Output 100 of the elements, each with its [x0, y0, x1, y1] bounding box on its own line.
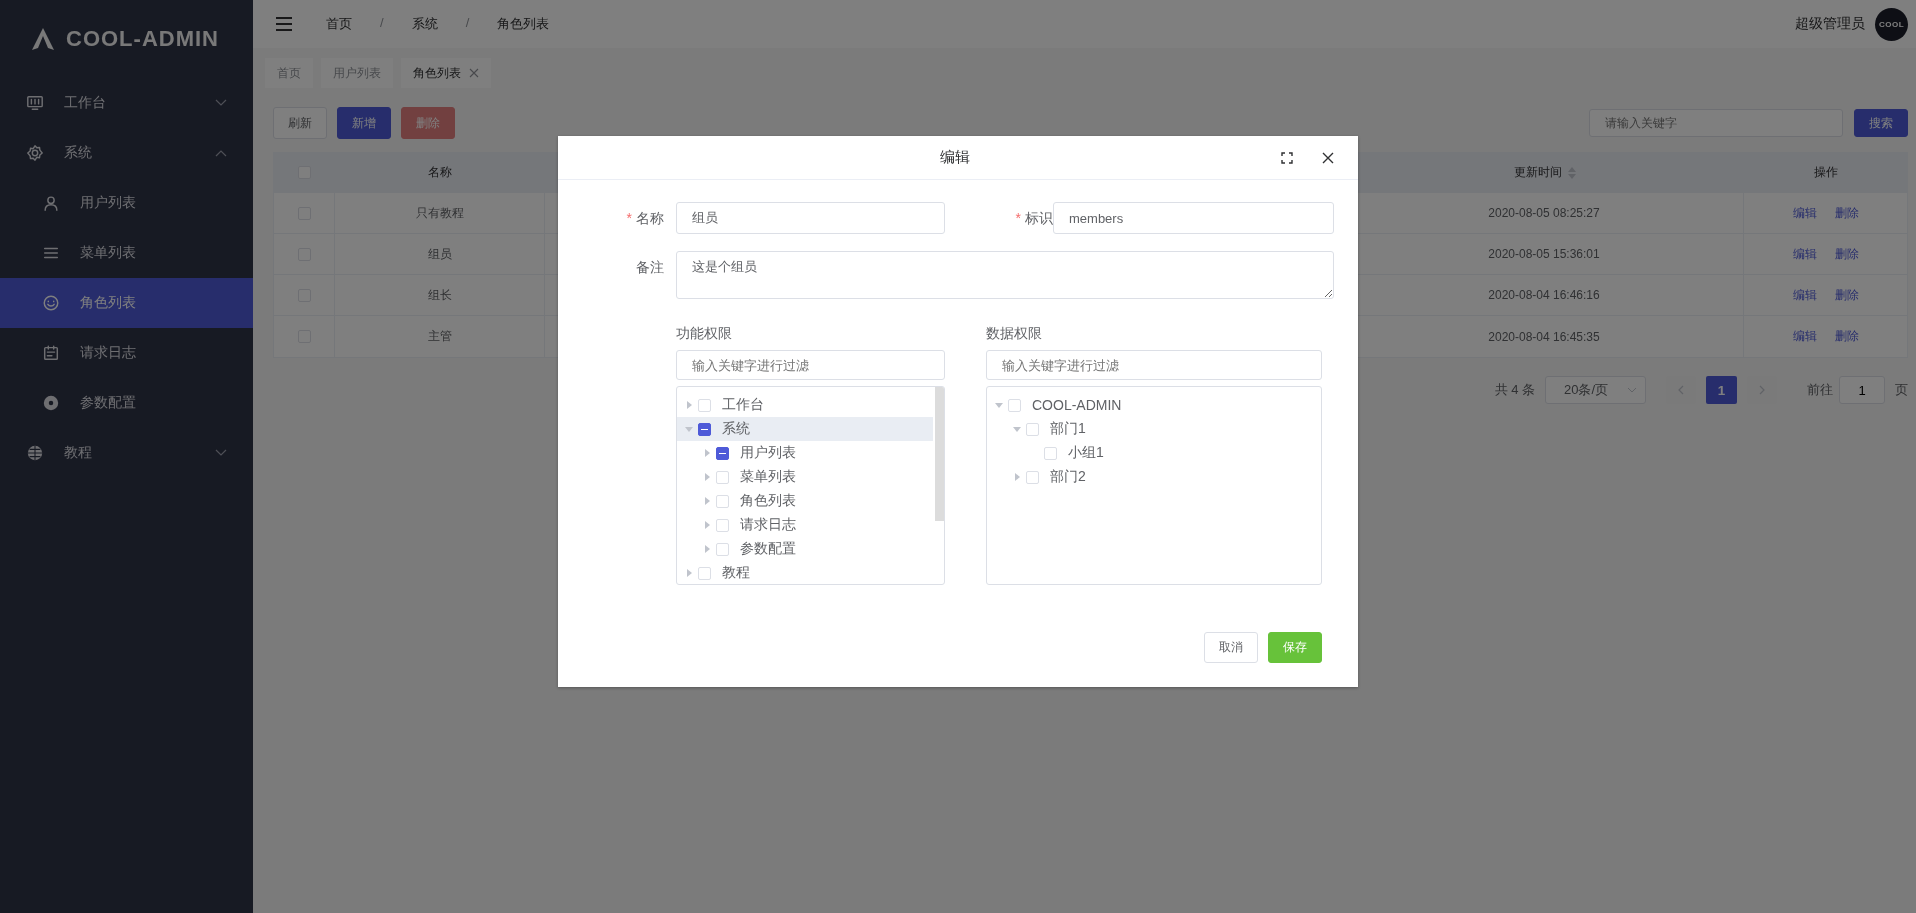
menu-item[interactable]: 用户列表 [0, 178, 253, 228]
caret-right-icon[interactable] [685, 401, 693, 409]
chevron-right-icon [1759, 385, 1765, 395]
caret-right-icon[interactable] [685, 569, 693, 577]
table-cell: 组员 [427, 245, 452, 263]
tree-row[interactable]: 部门2 [987, 465, 1310, 489]
menu-item[interactable]: 请求日志 [0, 328, 253, 378]
filter-field[interactable]: 输入关键字进行过滤 [676, 350, 945, 380]
tree-label: 小组1 [1068, 444, 1104, 462]
menu-item[interactable]: 角色列表 [0, 278, 253, 328]
user-name[interactable]: 超级管理员 [1795, 15, 1865, 33]
tree-row[interactable]: 系统 [677, 417, 933, 441]
save-button[interactable]: 保存 [1268, 632, 1322, 663]
menu-item[interactable]: 教程 [0, 428, 253, 478]
breadcrumb-separator: / [465, 15, 470, 32]
menu-item[interactable]: 系统 [0, 128, 253, 178]
page-button[interactable]: 1 [1706, 376, 1737, 404]
filter-field[interactable]: 输入关键字进行过滤 [986, 350, 1322, 380]
field-label: 备注 [636, 258, 664, 277]
tree-row[interactable]: COOL-ADMIN [987, 393, 1310, 417]
search-field[interactable]: 请输入关键字 [1589, 109, 1843, 137]
caret-right-icon[interactable] [1013, 473, 1021, 481]
delete-link[interactable]: 删除 [1834, 245, 1859, 263]
required-mark: * [1015, 209, 1021, 228]
field-label: 名称 [636, 209, 664, 228]
column-header[interactable]: 名称 [428, 164, 452, 181]
tree-label: COOL-ADMIN [1032, 397, 1122, 413]
search-button[interactable]: 搜索 [1854, 109, 1908, 137]
breadcrumb-item[interactable]: 首页 [326, 15, 352, 33]
tree-label: 参数配置 [740, 540, 796, 558]
total-count: 共 4 条 [1494, 381, 1535, 399]
tree-row[interactable]: 工作台 [677, 393, 933, 417]
page-input[interactable]: 1 [1839, 376, 1885, 404]
tree-row[interactable]: 菜单列表 [677, 465, 933, 489]
disc-icon [42, 394, 60, 412]
cancel-button[interactable]: 取消 [1204, 632, 1258, 663]
caret-right-icon[interactable] [703, 545, 711, 553]
caret-right-icon[interactable] [703, 449, 711, 457]
tree-label: 工作台 [722, 396, 764, 414]
add-button[interactable]: 新增 [337, 107, 391, 139]
column-header[interactable]: 操作 [1813, 164, 1838, 181]
table-cell: 2020-08-04 16:45:35 [1488, 329, 1600, 344]
caret-right-icon[interactable] [703, 497, 711, 505]
tree-row[interactable]: 小组1 [987, 441, 1310, 465]
breadcrumb-item[interactable]: 角色列表 [497, 15, 550, 33]
tree-label: 请求日志 [740, 516, 796, 534]
tree-row[interactable]: 请求日志 [677, 513, 933, 537]
scrollbar-thumb[interactable] [935, 387, 944, 521]
checkbox[interactable] [698, 422, 711, 436]
smiley-icon [42, 294, 60, 312]
tree-row[interactable]: 部门1 [987, 417, 1310, 441]
caret-down-icon[interactable] [685, 425, 693, 433]
edit-link[interactable]: 编辑 [1792, 245, 1817, 263]
delete-link[interactable]: 删除 [1834, 286, 1859, 304]
tree-row[interactable]: 角色列表 [677, 489, 933, 513]
table-cell: 2020-08-05 15:36:01 [1488, 247, 1600, 261]
input-field[interactable]: 组员 [676, 202, 945, 234]
settings-icon [26, 144, 44, 162]
tree-row[interactable]: 教程 [677, 561, 933, 584]
menu-item[interactable]: 工作台 [0, 78, 253, 128]
refresh-button[interactable]: 刷新 [273, 107, 327, 139]
tree-label: 教程 [722, 564, 750, 582]
breadcrumb-item[interactable]: 系统 [411, 15, 438, 33]
close-icon[interactable] [1322, 151, 1334, 164]
tree-label: 角色列表 [740, 492, 796, 510]
column-header[interactable]: 更新时间 [1513, 164, 1562, 181]
edit-link[interactable]: 编辑 [1792, 286, 1817, 304]
chevron-left-icon [1678, 385, 1684, 395]
tree-label: 菜单列表 [740, 468, 796, 486]
tree-row[interactable]: 参数配置 [677, 537, 933, 561]
fullscreen-icon[interactable] [1281, 151, 1293, 164]
tree-row[interactable]: 用户列表 [677, 441, 933, 465]
tree-label: 部门1 [1050, 420, 1086, 438]
text-area[interactable]: 这是个组员 [676, 251, 1334, 299]
breadcrumb-separator: / [380, 15, 384, 32]
edit-link[interactable]: 编辑 [1792, 328, 1817, 345]
tree-label: 用户列表 [740, 444, 796, 462]
menu-item[interactable]: 参数配置 [0, 378, 253, 428]
menu-icon[interactable] [276, 17, 292, 31]
goto-label: 前往 [1807, 381, 1833, 399]
edit-link[interactable]: 编辑 [1792, 204, 1817, 222]
logo-text: COOL-ADMIN [66, 26, 219, 52]
avatar[interactable]: COOL [1875, 7, 1908, 41]
tab[interactable]: 角色列表 [401, 58, 491, 88]
delete-link[interactable]: 删除 [1834, 328, 1859, 345]
menu-item[interactable]: 菜单列表 [0, 228, 253, 278]
caret-down-icon[interactable] [995, 401, 1003, 409]
panel-title: 数据权限 [986, 324, 1043, 343]
input-field[interactable]: members [1053, 202, 1334, 234]
caret-right-icon[interactable] [703, 473, 711, 481]
panel-title: 功能权限 [676, 324, 733, 343]
field-label: 标识 [1025, 209, 1053, 228]
monitor-icon [26, 94, 44, 112]
caret-down-icon[interactable] [1013, 425, 1021, 433]
delete-link[interactable]: 删除 [1834, 204, 1859, 222]
person-icon [42, 194, 60, 212]
tree-label: 系统 [722, 420, 750, 438]
page-size-select[interactable]: 20条/页 [1545, 376, 1646, 404]
caret-right-icon[interactable] [703, 521, 711, 529]
checkbox[interactable] [716, 446, 729, 460]
